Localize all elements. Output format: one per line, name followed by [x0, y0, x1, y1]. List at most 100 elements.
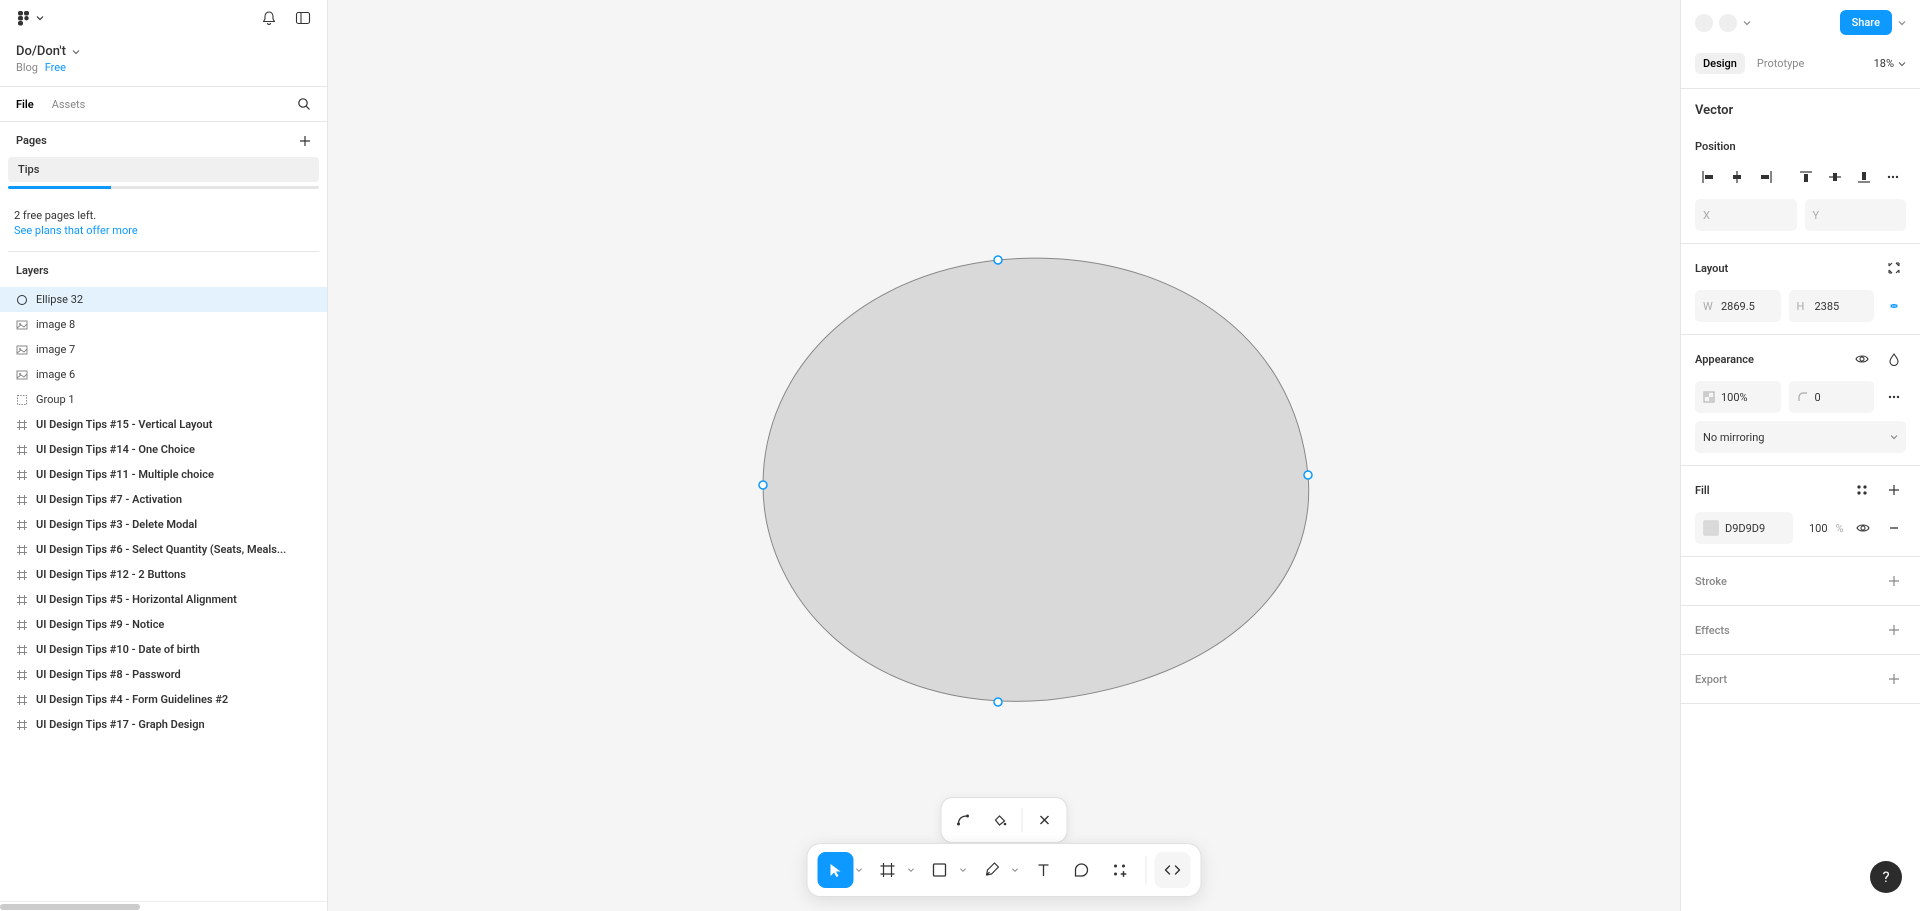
mirroring-select[interactable]: No mirroring	[1695, 421, 1906, 453]
pen-tool[interactable]	[974, 852, 1010, 888]
figma-menu[interactable]	[16, 10, 44, 26]
align-hcenter-button[interactable]	[1724, 163, 1749, 191]
align-top-button[interactable]	[1794, 163, 1819, 191]
actions-tool[interactable]	[1102, 852, 1138, 888]
visibility-button[interactable]	[1850, 347, 1874, 371]
align-more-button[interactable]	[1881, 163, 1906, 191]
tab-prototype[interactable]: Prototype	[1749, 53, 1812, 74]
autolayout-button[interactable]	[1882, 256, 1906, 280]
tab-design[interactable]: Design	[1695, 53, 1745, 74]
radius-icon	[1797, 391, 1809, 403]
layer-name: image 6	[36, 368, 75, 381]
layer-row[interactable]: UI Design Tips #12 - 2 Buttons	[0, 562, 327, 587]
vector-shape[interactable]	[763, 258, 1309, 701]
canvas[interactable]	[328, 0, 1680, 911]
panel-toggle-button[interactable]	[295, 10, 311, 26]
page-item[interactable]: Tips	[8, 157, 319, 182]
layer-name: UI Design Tips #5 - Horizontal Alignment	[36, 593, 237, 606]
align-bottom-button[interactable]	[1852, 163, 1877, 191]
add-effect-button[interactable]	[1882, 618, 1906, 642]
chevron-down-icon[interactable]	[1012, 867, 1019, 874]
vector-anchor-left[interactable]	[759, 481, 767, 489]
bend-tool[interactable]	[948, 804, 980, 836]
chevron-down-icon	[1890, 433, 1898, 441]
remove-fill-button[interactable]	[1883, 516, 1906, 540]
styles-icon	[1856, 484, 1868, 496]
paint-bucket-tool[interactable]	[984, 804, 1016, 836]
document-title-row[interactable]: Do/Don't	[0, 36, 327, 61]
add-page-button[interactable]	[299, 135, 311, 147]
vector-anchor-right[interactable]	[1304, 471, 1312, 479]
layer-row[interactable]: UI Design Tips #10 - Date of birth	[0, 637, 327, 662]
zoom-control[interactable]: 18%	[1874, 57, 1906, 70]
chevron-down-icon[interactable]	[856, 867, 863, 874]
layer-row[interactable]: UI Design Tips #4 - Form Guidelines #2	[0, 687, 327, 712]
shape-tool[interactable]	[922, 852, 958, 888]
fill-color-field[interactable]: D9D9D9	[1695, 512, 1793, 544]
figma-logo-icon	[16, 10, 32, 26]
appearance-more-button[interactable]	[1882, 385, 1906, 409]
layer-row[interactable]: UI Design Tips #7 - Activation	[0, 487, 327, 512]
layer-row[interactable]: image 8	[0, 312, 327, 337]
tab-file[interactable]: File	[16, 98, 34, 111]
layer-row[interactable]: UI Design Tips #15 - Vertical Layout	[0, 412, 327, 437]
layers-list: Ellipse 32image 8image 7image 6Group 1UI…	[0, 287, 327, 901]
fill-visibility-button[interactable]	[1852, 516, 1875, 540]
y-position-field[interactable]: Y	[1805, 199, 1907, 231]
layer-row[interactable]: UI Design Tips #5 - Horizontal Alignment	[0, 587, 327, 612]
vector-anchor-bottom[interactable]	[994, 698, 1002, 706]
align-hcenter-icon	[1729, 169, 1745, 185]
chevron-down-icon[interactable]	[1898, 19, 1906, 27]
actions-icon	[1111, 861, 1129, 879]
x-position-field[interactable]: X	[1695, 199, 1797, 231]
layer-row[interactable]: image 7	[0, 337, 327, 362]
move-tool[interactable]	[818, 852, 854, 888]
upsell-link[interactable]: See plans that offer more	[14, 224, 138, 237]
layer-row[interactable]: Ellipse 32	[0, 287, 327, 312]
layer-row[interactable]: UI Design Tips #17 - Graph Design	[0, 712, 327, 737]
plan-link[interactable]: Free	[45, 61, 66, 74]
align-top-icon	[1798, 169, 1814, 185]
layer-row[interactable]: Group 1	[0, 387, 327, 412]
search-button[interactable]	[297, 97, 311, 111]
comment-tool[interactable]	[1064, 852, 1100, 888]
width-field[interactable]: W2869.5	[1695, 290, 1781, 322]
text-tool[interactable]	[1026, 852, 1062, 888]
layer-row[interactable]: UI Design Tips #6 - Select Quantity (Sea…	[0, 537, 327, 562]
help-button[interactable]: ?	[1870, 861, 1902, 893]
layers-hscrollbar[interactable]	[0, 901, 327, 911]
blend-mode-button[interactable]	[1882, 347, 1906, 371]
notifications-button[interactable]	[261, 10, 277, 26]
layer-row[interactable]: UI Design Tips #14 - One Choice	[0, 437, 327, 462]
fill-styles-button[interactable]	[1850, 478, 1874, 502]
tab-assets[interactable]: Assets	[52, 98, 86, 111]
align-right-button[interactable]	[1753, 163, 1778, 191]
frame-tool[interactable]	[870, 852, 906, 888]
layer-row[interactable]: UI Design Tips #3 - Delete Modal	[0, 512, 327, 537]
dev-mode-toggle[interactable]	[1155, 852, 1191, 888]
pen-icon	[983, 861, 1001, 879]
layer-row[interactable]: UI Design Tips #9 - Notice	[0, 612, 327, 637]
chevron-down-icon[interactable]	[908, 867, 915, 874]
vector-anchor-top[interactable]	[994, 256, 1002, 264]
constrain-proportions-button[interactable]	[1882, 294, 1906, 318]
fill-opacity-value[interactable]: 100	[1809, 522, 1828, 535]
align-left-button[interactable]	[1695, 163, 1720, 191]
layer-row[interactable]: UI Design Tips #11 - Multiple choice	[0, 462, 327, 487]
align-vcenter-button[interactable]	[1823, 163, 1848, 191]
collaborator-avatars[interactable]	[1695, 14, 1751, 32]
corner-radius-field[interactable]: 0	[1789, 381, 1875, 413]
height-field[interactable]: H2385	[1789, 290, 1875, 322]
more-icon	[1887, 390, 1901, 404]
add-export-button[interactable]	[1882, 667, 1906, 691]
share-button[interactable]: Share	[1840, 10, 1892, 35]
breadcrumb-parent[interactable]: Blog	[16, 61, 38, 74]
done-editing-button[interactable]	[1029, 804, 1061, 836]
opacity-field[interactable]: 100%	[1695, 381, 1781, 413]
layer-row[interactable]: image 6	[0, 362, 327, 387]
stroke-title: Stroke	[1695, 575, 1727, 588]
add-fill-button[interactable]	[1882, 478, 1906, 502]
add-stroke-button[interactable]	[1882, 569, 1906, 593]
layer-row[interactable]: UI Design Tips #8 - Password	[0, 662, 327, 687]
chevron-down-icon[interactable]	[960, 867, 967, 874]
